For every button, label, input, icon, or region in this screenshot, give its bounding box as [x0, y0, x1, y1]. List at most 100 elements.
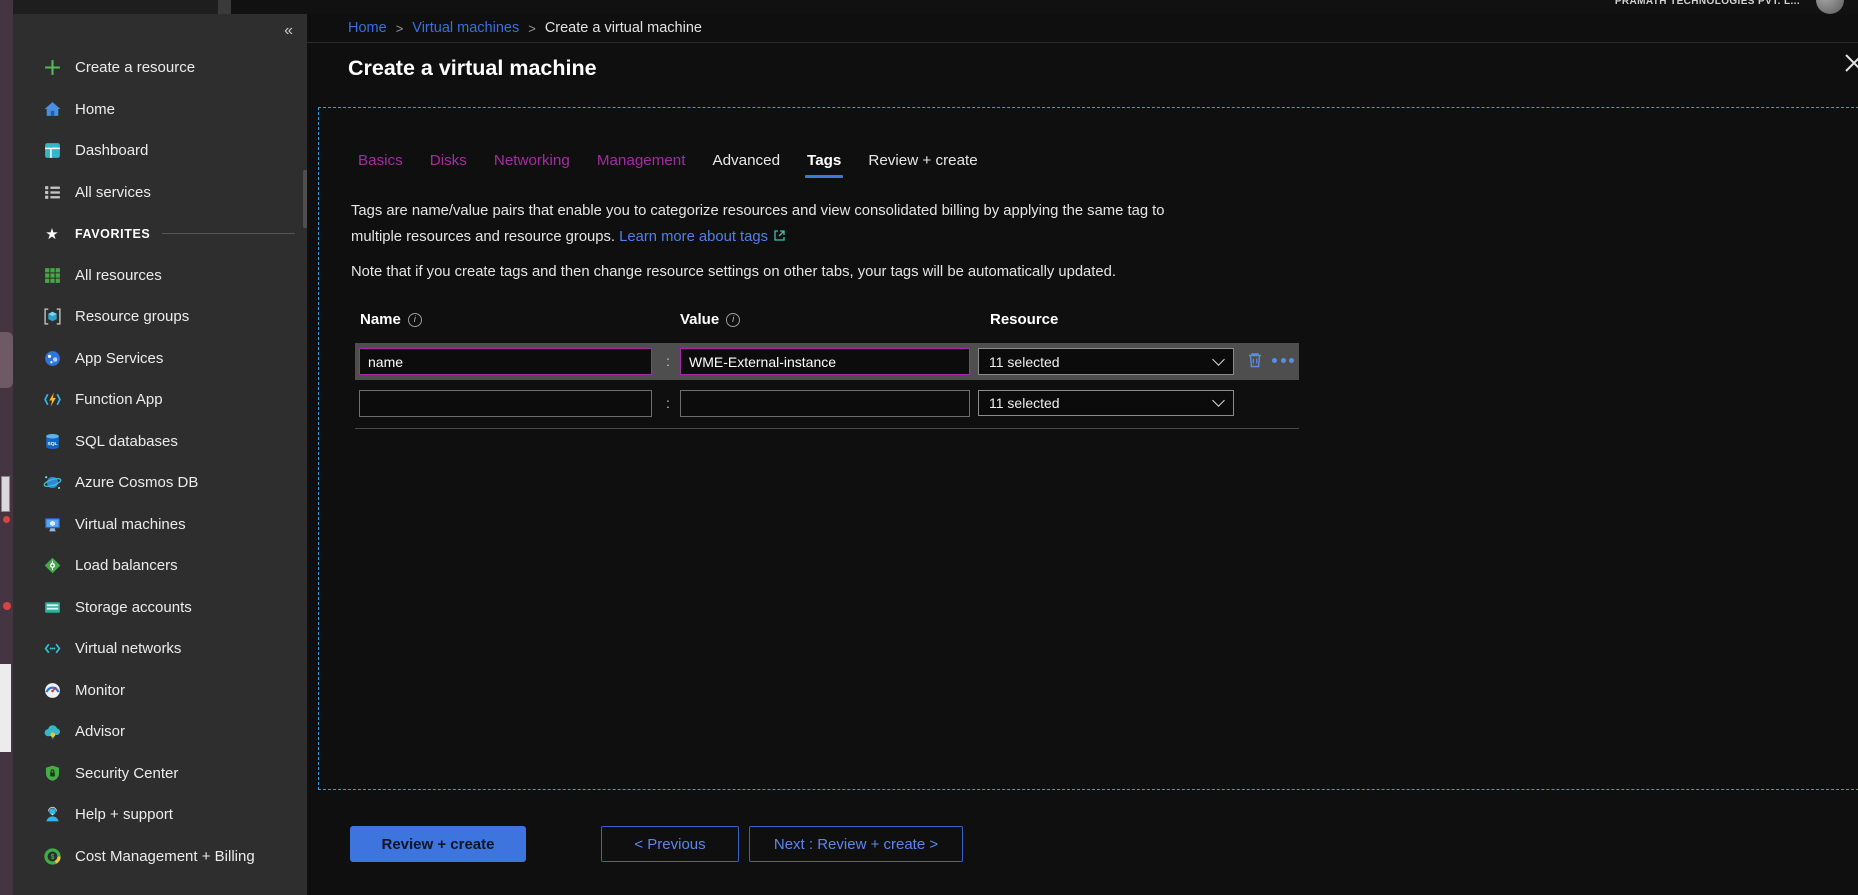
- tag-value-input-empty[interactable]: [680, 390, 970, 417]
- home-icon: [42, 99, 62, 119]
- name-value-separator: :: [664, 395, 672, 411]
- dock-app-icon[interactable]: [1, 476, 10, 512]
- chevron-down-icon: [1212, 394, 1225, 407]
- chevron-down-icon: [1212, 353, 1225, 366]
- svg-text:SQL: SQL: [47, 441, 57, 447]
- table-bottom-border: [355, 428, 1299, 429]
- sidebar-item-storage-accounts[interactable]: Storage accounts: [13, 587, 307, 629]
- sidebar-section-favorites: FAVORITES: [13, 213, 307, 255]
- breadcrumb-virtual-machines-link[interactable]: Virtual machines: [412, 20, 519, 36]
- sidebar-item-security-center[interactable]: Security Center: [13, 753, 307, 795]
- review-create-button[interactable]: Review + create: [350, 826, 526, 862]
- info-circle-icon[interactable]: [726, 313, 740, 327]
- diamond-icon: [42, 556, 62, 576]
- cube-brackets-icon: [42, 307, 62, 327]
- ellipsis-icon[interactable]: [1272, 358, 1294, 363]
- sidebar-item-advisor[interactable]: Advisor: [13, 711, 307, 753]
- tag-name-input-empty[interactable]: [359, 390, 652, 417]
- dashboard-icon: [42, 141, 62, 161]
- resource-dropdown-empty[interactable]: 11 selected: [978, 390, 1234, 416]
- page-title: Create a virtual machine: [348, 56, 597, 81]
- browser-tab-edge: [13, 0, 218, 14]
- info-circle-icon[interactable]: [408, 313, 422, 327]
- close-icon[interactable]: [1841, 50, 1858, 81]
- sidebar-item-app-services[interactable]: App Services: [13, 338, 307, 380]
- sidebar-item-load-balancers[interactable]: Load balancers: [13, 545, 307, 587]
- monitor-cube-icon: [42, 514, 62, 534]
- tags-description: Tags are name/value pairs that enable yo…: [351, 198, 1165, 251]
- planet-icon: [42, 473, 62, 493]
- delete-row-button[interactable]: [1245, 350, 1267, 372]
- desktop-dock: [0, 0, 13, 895]
- breadcrumb-separator: >: [528, 21, 536, 36]
- svg-text:$: $: [50, 854, 54, 861]
- tab-networking[interactable]: Networking: [494, 152, 570, 169]
- dock-active-app[interactable]: [0, 332, 13, 388]
- sidebar-item-resource-groups[interactable]: Resource groups: [13, 296, 307, 338]
- tags-description-line2: multiple resources and resource groups.: [351, 229, 615, 245]
- cost-ring-icon: $: [42, 846, 62, 866]
- resource-dropdown[interactable]: 11 selected: [978, 348, 1234, 375]
- tab-advanced[interactable]: Advanced: [712, 152, 780, 169]
- sidebar-item-virtual-networks[interactable]: Virtual networks: [13, 628, 307, 670]
- tab-disks[interactable]: Disks: [430, 152, 467, 169]
- learn-more-link[interactable]: Learn more about tags: [619, 229, 768, 245]
- tenant-name[interactable]: PRAMATH TECHNOLOGIES PVT. L...: [1615, 0, 1800, 7]
- favorites-divider: [162, 233, 295, 234]
- sidebar-item-virtual-machines[interactable]: Virtual machines: [13, 504, 307, 546]
- sidebar-collapse-icon[interactable]: [284, 22, 293, 40]
- tab-basics[interactable]: Basics: [358, 152, 403, 169]
- column-header-value: Value: [680, 311, 740, 328]
- breadcrumb-current: Create a virtual machine: [545, 20, 702, 36]
- network-chevrons-icon: [42, 639, 62, 659]
- browser-top-strip: PRAMATH TECHNOLOGIES PVT. L...: [13, 0, 1858, 14]
- breadcrumb-separator: >: [396, 21, 404, 36]
- globe-icon: [42, 348, 62, 368]
- sidebar-item-cost-management-billing[interactable]: $ Cost Management + Billing: [13, 836, 307, 878]
- dock-app-icon[interactable]: [0, 664, 11, 752]
- sidebar-item-sql-databases[interactable]: SQL SQL databases: [13, 421, 307, 463]
- name-value-separator: :: [664, 353, 672, 369]
- shield-lock-icon: [42, 763, 62, 783]
- gauge-icon: [42, 680, 62, 700]
- plus-icon: [42, 58, 62, 78]
- star-icon: [42, 224, 62, 244]
- tab-review-create[interactable]: Review + create: [868, 152, 977, 169]
- sql-cylinder-icon: SQL: [42, 431, 62, 451]
- sidebar-nav: Create a resource Home Dashboard All ser…: [13, 47, 307, 877]
- sidebar-item-all-services[interactable]: All services: [13, 172, 307, 214]
- tags-description-line1: Tags are name/value pairs that enable yo…: [351, 203, 1165, 219]
- sidebar-item-help-support[interactable]: Help + support: [13, 794, 307, 836]
- dock-notification-dot: [3, 602, 11, 610]
- sidebar-item-azure-cosmos-db[interactable]: Azure Cosmos DB: [13, 462, 307, 504]
- sidebar-item-dashboard[interactable]: Dashboard: [13, 130, 307, 172]
- tag-value-input[interactable]: [680, 348, 970, 375]
- cloud-advisor-icon: [42, 722, 62, 742]
- portal-sidebar: Create a resource Home Dashboard All ser…: [13, 14, 307, 895]
- next-button[interactable]: Next : Review + create >: [749, 826, 963, 862]
- storage-bars-icon: [42, 597, 62, 617]
- sidebar-item-all-resources[interactable]: All resources: [13, 255, 307, 297]
- dock-notification-dot: [3, 516, 10, 523]
- tag-name-input[interactable]: [359, 348, 652, 375]
- column-header-name: Name: [360, 311, 422, 328]
- azure-portal-window: PRAMATH TECHNOLOGIES PVT. L... Create a …: [0, 0, 1858, 895]
- wizard-tabs: Basics Disks Networking Management Advan…: [358, 152, 978, 169]
- external-link-icon: [773, 225, 786, 251]
- tab-tags[interactable]: Tags: [807, 152, 841, 169]
- main-content: Home > Virtual machines > Create a virtu…: [307, 14, 1858, 895]
- breadcrumb-home-link[interactable]: Home: [348, 20, 387, 36]
- sidebar-item-function-app[interactable]: Function App: [13, 379, 307, 421]
- tab-management[interactable]: Management: [597, 152, 686, 169]
- list-icon: [42, 182, 62, 202]
- sidebar-item-monitor[interactable]: Monitor: [13, 670, 307, 712]
- sidebar-item-home[interactable]: Home: [13, 89, 307, 131]
- column-header-resource: Resource: [990, 311, 1058, 328]
- sidebar-item-create-a-resource[interactable]: Create a resource: [13, 47, 307, 89]
- lightning-icon: [42, 390, 62, 410]
- previous-button[interactable]: < Previous: [601, 826, 739, 862]
- browser-tab-separator: [218, 0, 231, 14]
- tags-note: Note that if you create tags and then ch…: [351, 264, 1116, 280]
- support-person-icon: [42, 805, 62, 825]
- account-avatar[interactable]: [1816, 0, 1844, 14]
